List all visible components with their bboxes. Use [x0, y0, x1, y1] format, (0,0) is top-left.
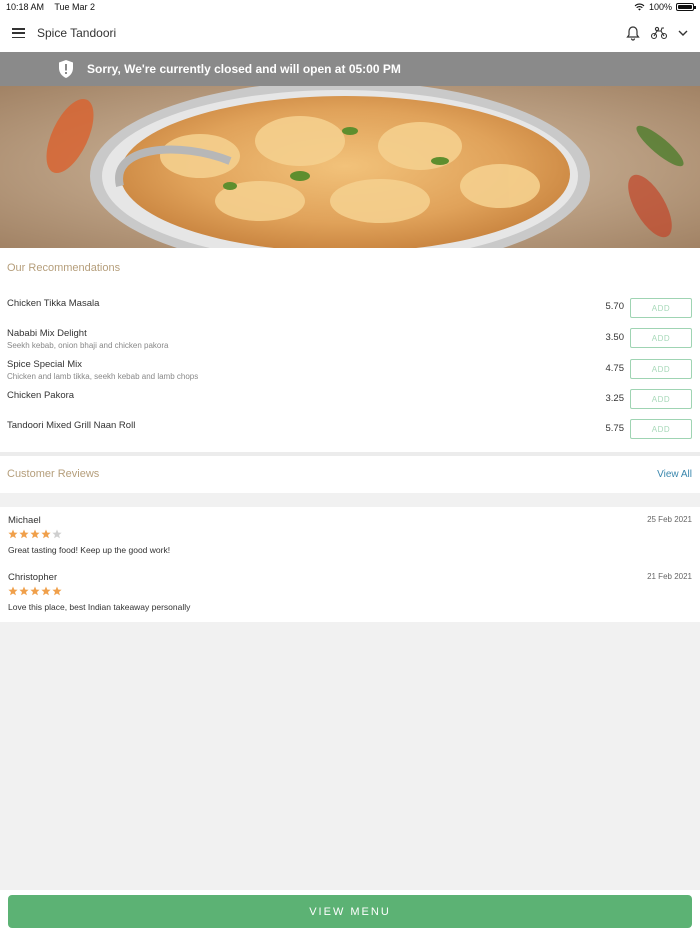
- item-name: Chicken Pakora: [7, 390, 75, 401]
- item-description: Chicken and lamb tikka, seekh kebab and …: [7, 372, 199, 381]
- review-item: Michael 25 Feb 2021 Great tasting food! …: [0, 515, 700, 571]
- star-filled-icon: [41, 586, 51, 596]
- status-left: 10:18 AM Tue Mar 2: [6, 2, 103, 12]
- star-filled-icon: [30, 529, 40, 539]
- item-name: Tandoori Mixed Grill Naan Roll: [7, 420, 136, 431]
- star-filled-icon: [19, 586, 29, 596]
- reviewer-name: Michael: [8, 515, 41, 526]
- star-filled-icon: [8, 586, 18, 596]
- reviews-title: Customer Reviews: [7, 468, 100, 480]
- reviews-list: Michael 25 Feb 2021 Great tasting food! …: [0, 507, 700, 622]
- item-name: Nababi Mix Delight: [7, 328, 87, 339]
- item-name: Spice Special Mix: [7, 359, 82, 370]
- item-description: Seekh kebab, onion bhaji and chicken pak…: [7, 341, 169, 350]
- header-actions: [626, 25, 688, 41]
- status-time: 10:18 AM: [6, 2, 45, 12]
- menu-item: Chicken Pakora 3.25 ADD: [0, 389, 700, 417]
- review-text: Love this place, best Indian takeaway pe…: [8, 602, 191, 612]
- add-button[interactable]: ADD: [630, 419, 692, 439]
- add-button[interactable]: ADD: [630, 298, 692, 318]
- item-price: 3.25: [605, 393, 625, 404]
- star-filled-icon: [41, 529, 51, 539]
- wifi-icon: [634, 3, 645, 11]
- reviews-header: Customer Reviews View All: [0, 456, 700, 493]
- hero-food-image: [0, 86, 700, 248]
- restaurant-title: Spice Tandoori: [37, 26, 117, 40]
- menu-item: Nababi Mix Delight Seekh kebab, onion bh…: [0, 328, 700, 356]
- star-rating: [8, 529, 62, 539]
- battery-icon: [676, 3, 696, 11]
- star-filled-icon: [52, 586, 62, 596]
- review-item: Christopher 21 Feb 2021 Love this place,…: [0, 572, 700, 628]
- shield-alert-icon: [59, 60, 73, 78]
- item-price: 5.75: [605, 423, 625, 434]
- view-menu-button[interactable]: VIEW MENU: [8, 895, 692, 928]
- recommendations-section: Our Recommendations Chicken Tikka Masala…: [0, 248, 700, 452]
- add-button[interactable]: ADD: [630, 389, 692, 409]
- menu-icon[interactable]: [12, 28, 25, 38]
- view-all-reviews-link[interactable]: View All: [657, 469, 692, 480]
- item-price: 3.50: [605, 332, 625, 343]
- star-filled-icon: [8, 529, 18, 539]
- app-header: Spice Tandoori: [0, 14, 700, 52]
- recommendations-title: Our Recommendations: [7, 262, 121, 274]
- chevron-down-icon[interactable]: [678, 30, 688, 37]
- menu-item: Spice Special Mix Chicken and lamb tikka…: [0, 359, 700, 387]
- closed-banner: Sorry, We're currently closed and will o…: [0, 52, 700, 86]
- item-price: 4.75: [605, 363, 625, 374]
- star-rating: [8, 586, 62, 596]
- star-filled-icon: [30, 586, 40, 596]
- bottom-bar: VIEW MENU: [0, 890, 700, 934]
- add-button[interactable]: ADD: [630, 359, 692, 379]
- star-empty-icon: [52, 529, 62, 539]
- curry-dish-illustration: [0, 86, 700, 248]
- add-button[interactable]: ADD: [630, 328, 692, 348]
- review-date: 21 Feb 2021: [647, 572, 692, 581]
- menu-item: Chicken Tikka Masala 5.70 ADD: [0, 297, 700, 325]
- status-date: Tue Mar 2: [54, 2, 96, 12]
- closed-message: Sorry, We're currently closed and will o…: [87, 62, 401, 76]
- section-divider: [0, 493, 700, 507]
- bell-icon[interactable]: [626, 25, 640, 41]
- item-name: Chicken Tikka Masala: [7, 298, 100, 309]
- scooter-icon[interactable]: [650, 26, 668, 40]
- star-filled-icon: [19, 529, 29, 539]
- review-text: Great tasting food! Keep up the good wor…: [8, 545, 171, 555]
- status-bar: 10:18 AM Tue Mar 2 100%: [0, 0, 700, 14]
- battery-percent: 100%: [648, 2, 672, 12]
- menu-item: Tandoori Mixed Grill Naan Roll 5.75 ADD: [0, 419, 700, 447]
- reviewer-name: Christopher: [8, 572, 58, 583]
- review-date: 25 Feb 2021: [647, 515, 692, 524]
- item-price: 5.70: [605, 301, 625, 312]
- status-right: 100%: [634, 2, 696, 12]
